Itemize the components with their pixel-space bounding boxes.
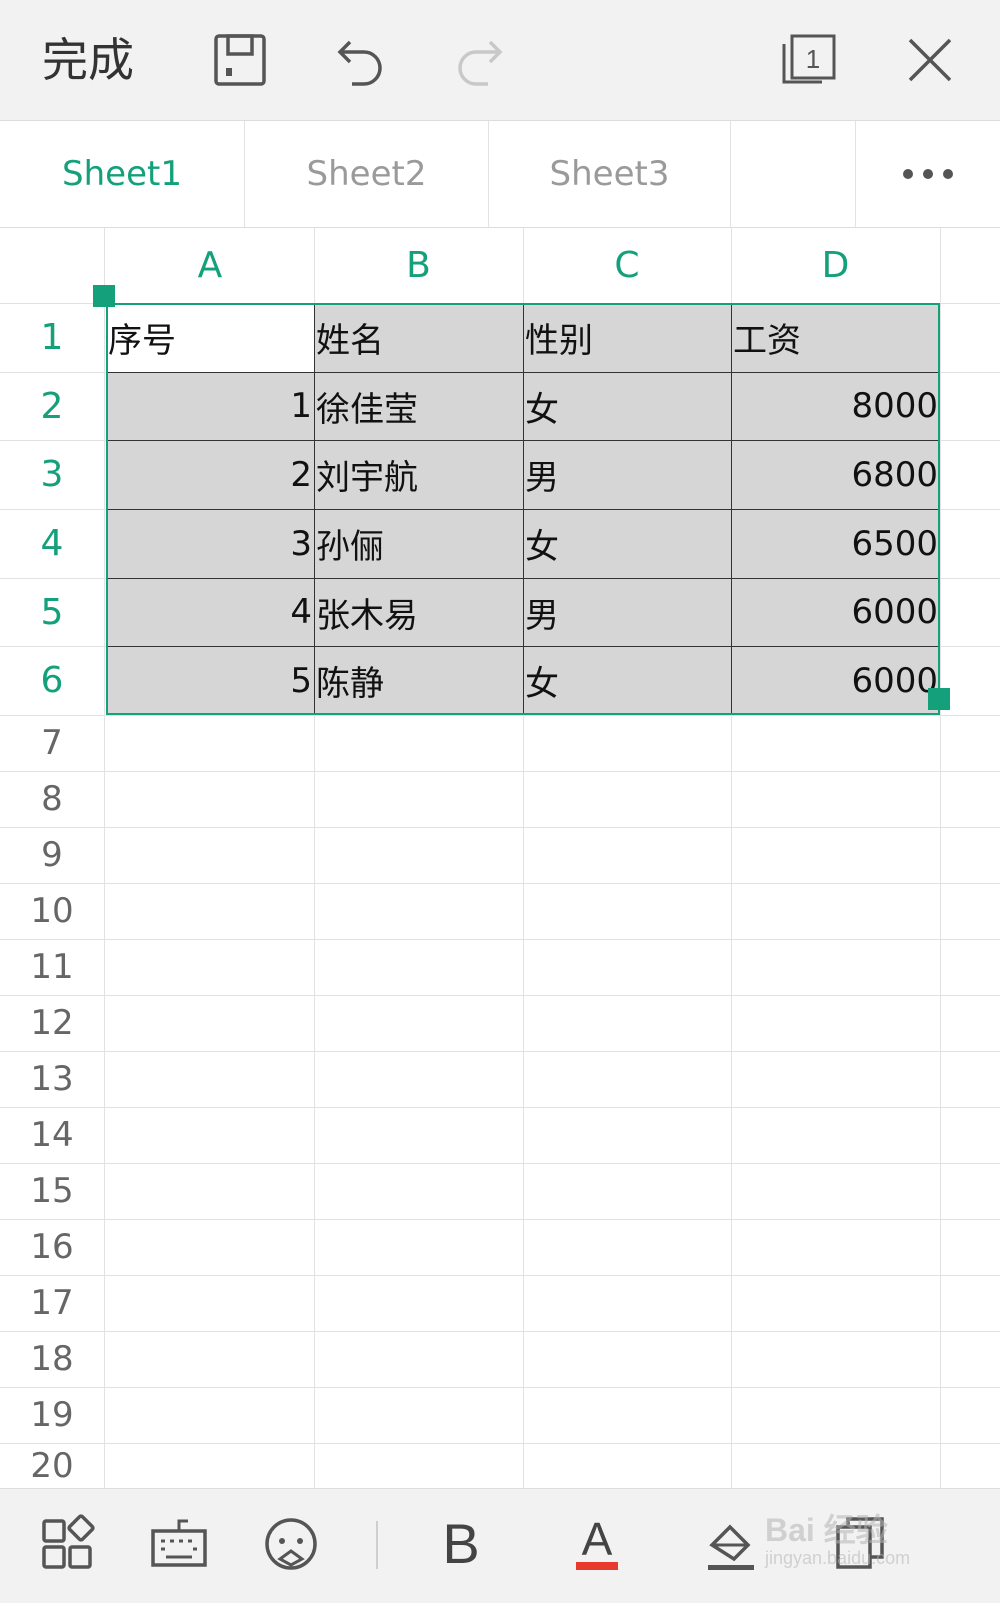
- row-header-18[interactable]: 18: [0, 1331, 104, 1387]
- row-header-5[interactable]: 5: [0, 578, 104, 646]
- window-count: 1: [806, 44, 820, 74]
- cell-d1[interactable]: 工资: [731, 303, 940, 372]
- watermark-url: jingyan.baidu.com: [765, 1548, 911, 1568]
- grid-row-line: [0, 715, 1000, 716]
- column-header-a[interactable]: A: [106, 228, 314, 303]
- cell-d3[interactable]: 6800: [731, 440, 940, 509]
- undo-icon[interactable]: [328, 30, 388, 90]
- spreadsheet-grid[interactable]: A B C D 1 2 3 4 5 6 7 8 9 10 11 12 13 14…: [0, 228, 1000, 1488]
- table-row-border: [106, 646, 940, 647]
- row-header-14[interactable]: 14: [0, 1107, 104, 1163]
- cell-c3[interactable]: 男: [523, 440, 731, 509]
- grid-row-line: [0, 1387, 1000, 1388]
- grid-row-line: [0, 883, 1000, 884]
- table-row-border: [106, 372, 940, 373]
- done-button[interactable]: 完成: [42, 30, 134, 90]
- grid-row-line: [0, 1163, 1000, 1164]
- tab-empty-slot: [731, 121, 856, 227]
- row-header-7[interactable]: 7: [0, 715, 104, 771]
- selection-handle-bottom-right[interactable]: [928, 688, 950, 710]
- more-icon[interactable]: [856, 121, 1000, 227]
- cell-c5[interactable]: 男: [523, 578, 731, 646]
- grid-row-line: [0, 771, 1000, 772]
- svg-text:A: A: [582, 1513, 613, 1565]
- emoji-icon[interactable]: [260, 1513, 322, 1575]
- watermark-logo: Bai 经验: [765, 1512, 888, 1548]
- row-header-6[interactable]: 6: [0, 646, 104, 715]
- grid-row-line: [0, 939, 1000, 940]
- row-header-17[interactable]: 17: [0, 1275, 104, 1331]
- grid-row-line: [0, 1219, 1000, 1220]
- row-header-9[interactable]: 9: [0, 827, 104, 883]
- bold-icon[interactable]: B: [430, 1513, 492, 1575]
- row-header-8[interactable]: 8: [0, 771, 104, 827]
- close-icon[interactable]: [900, 30, 960, 90]
- grid-row-line: [0, 995, 1000, 996]
- top-toolbar: 完成 1: [0, 0, 1000, 121]
- window-count-icon[interactable]: 1: [778, 30, 838, 90]
- cell-b2[interactable]: 徐佳莹: [314, 372, 523, 440]
- column-header-c[interactable]: C: [523, 228, 731, 303]
- grid-row-line: [0, 1331, 1000, 1332]
- cell-c2[interactable]: 女: [523, 372, 731, 440]
- font-color-icon[interactable]: A: [566, 1513, 628, 1575]
- tab-sheet3[interactable]: Sheet3: [489, 121, 731, 227]
- row-header-2[interactable]: 2: [0, 372, 104, 440]
- row-header-15[interactable]: 15: [0, 1163, 104, 1219]
- cell-b5[interactable]: 张木易: [314, 578, 523, 646]
- tab-sheet1[interactable]: Sheet1: [0, 121, 245, 227]
- column-header-d[interactable]: D: [731, 228, 940, 303]
- selection-handle-top-left[interactable]: [93, 285, 115, 307]
- save-icon[interactable]: [210, 30, 270, 90]
- toolbar-divider: [376, 1521, 378, 1569]
- cell-d5[interactable]: 6000: [731, 578, 940, 646]
- cell-d6[interactable]: 6000: [731, 646, 940, 715]
- cell-b1[interactable]: 姓名: [314, 303, 523, 372]
- row-header-4[interactable]: 4: [0, 509, 104, 578]
- row-header-1[interactable]: 1: [0, 303, 104, 372]
- row-header-12[interactable]: 12: [0, 995, 104, 1051]
- grid-row-line: [0, 1051, 1000, 1052]
- column-header-b[interactable]: B: [314, 228, 523, 303]
- cell-a6[interactable]: 5: [106, 646, 314, 715]
- row-header-16[interactable]: 16: [0, 1219, 104, 1275]
- cell-a1[interactable]: 序号: [106, 303, 314, 372]
- cell-a5[interactable]: 4: [106, 578, 314, 646]
- row-header-10[interactable]: 10: [0, 883, 104, 939]
- fill-color-icon[interactable]: [700, 1513, 762, 1575]
- row-header-20[interactable]: 20: [0, 1443, 104, 1488]
- sheet-tabs: Sheet1 Sheet2 Sheet3: [0, 121, 1000, 228]
- tab-sheet2[interactable]: Sheet2: [245, 121, 489, 227]
- apps-icon[interactable]: [38, 1513, 100, 1575]
- row-header-19[interactable]: 19: [0, 1387, 104, 1443]
- cell-a2[interactable]: 1: [106, 372, 314, 440]
- table-row-border: [106, 509, 940, 510]
- cell-b6[interactable]: 陈静: [314, 646, 523, 715]
- grid-col-line: [104, 228, 105, 1488]
- grid-row-line: [0, 1275, 1000, 1276]
- cell-b4[interactable]: 孙俪: [314, 509, 523, 578]
- table-row-border: [106, 440, 940, 441]
- cell-d4[interactable]: 6500: [731, 509, 940, 578]
- table-row-border: [106, 578, 940, 579]
- grid-col-line: [940, 228, 941, 1488]
- row-header-3[interactable]: 3: [0, 440, 104, 509]
- grid-row-line: [0, 1443, 1000, 1444]
- grid-row-line: [0, 827, 1000, 828]
- keyboard-icon[interactable]: [148, 1513, 210, 1575]
- redo-icon[interactable]: [452, 30, 512, 90]
- cell-c4[interactable]: 女: [523, 509, 731, 578]
- cell-d2[interactable]: 8000: [731, 372, 940, 440]
- row-header-13[interactable]: 13: [0, 1051, 104, 1107]
- cell-b3[interactable]: 刘宇航: [314, 440, 523, 509]
- cell-c6[interactable]: 女: [523, 646, 731, 715]
- row-header-11[interactable]: 11: [0, 939, 104, 995]
- cell-a3[interactable]: 2: [106, 440, 314, 509]
- grid-row-line: [0, 1107, 1000, 1108]
- cell-a4[interactable]: 3: [106, 509, 314, 578]
- cell-c1[interactable]: 性别: [523, 303, 731, 372]
